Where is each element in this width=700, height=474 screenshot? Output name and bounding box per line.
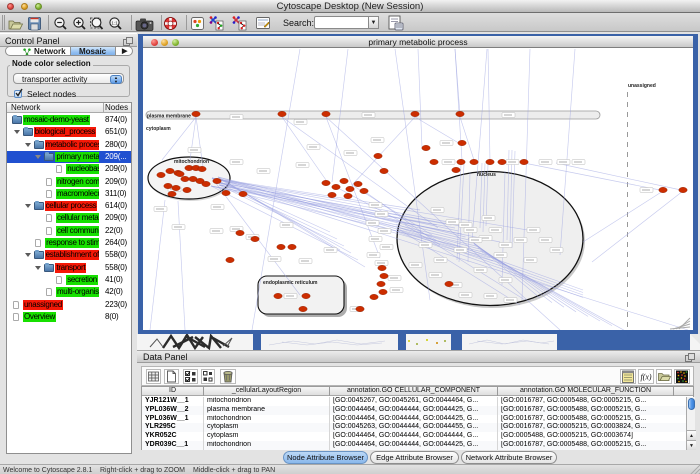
svg-text:1:1: 1:1 <box>111 21 118 26</box>
svg-text:endoplasmic reticulum: endoplasmic reticulum <box>263 280 318 286</box>
svg-text:nucleus: nucleus <box>477 172 496 178</box>
svg-text:mitochondrion: mitochondrion <box>174 159 209 165</box>
svg-text:unassigned: unassigned <box>628 83 656 89</box>
svg-text:plasma membrane: plasma membrane <box>147 114 191 120</box>
svg-text:cytoplasm: cytoplasm <box>146 126 171 132</box>
svg-text:f(x): f(x) <box>640 373 651 382</box>
